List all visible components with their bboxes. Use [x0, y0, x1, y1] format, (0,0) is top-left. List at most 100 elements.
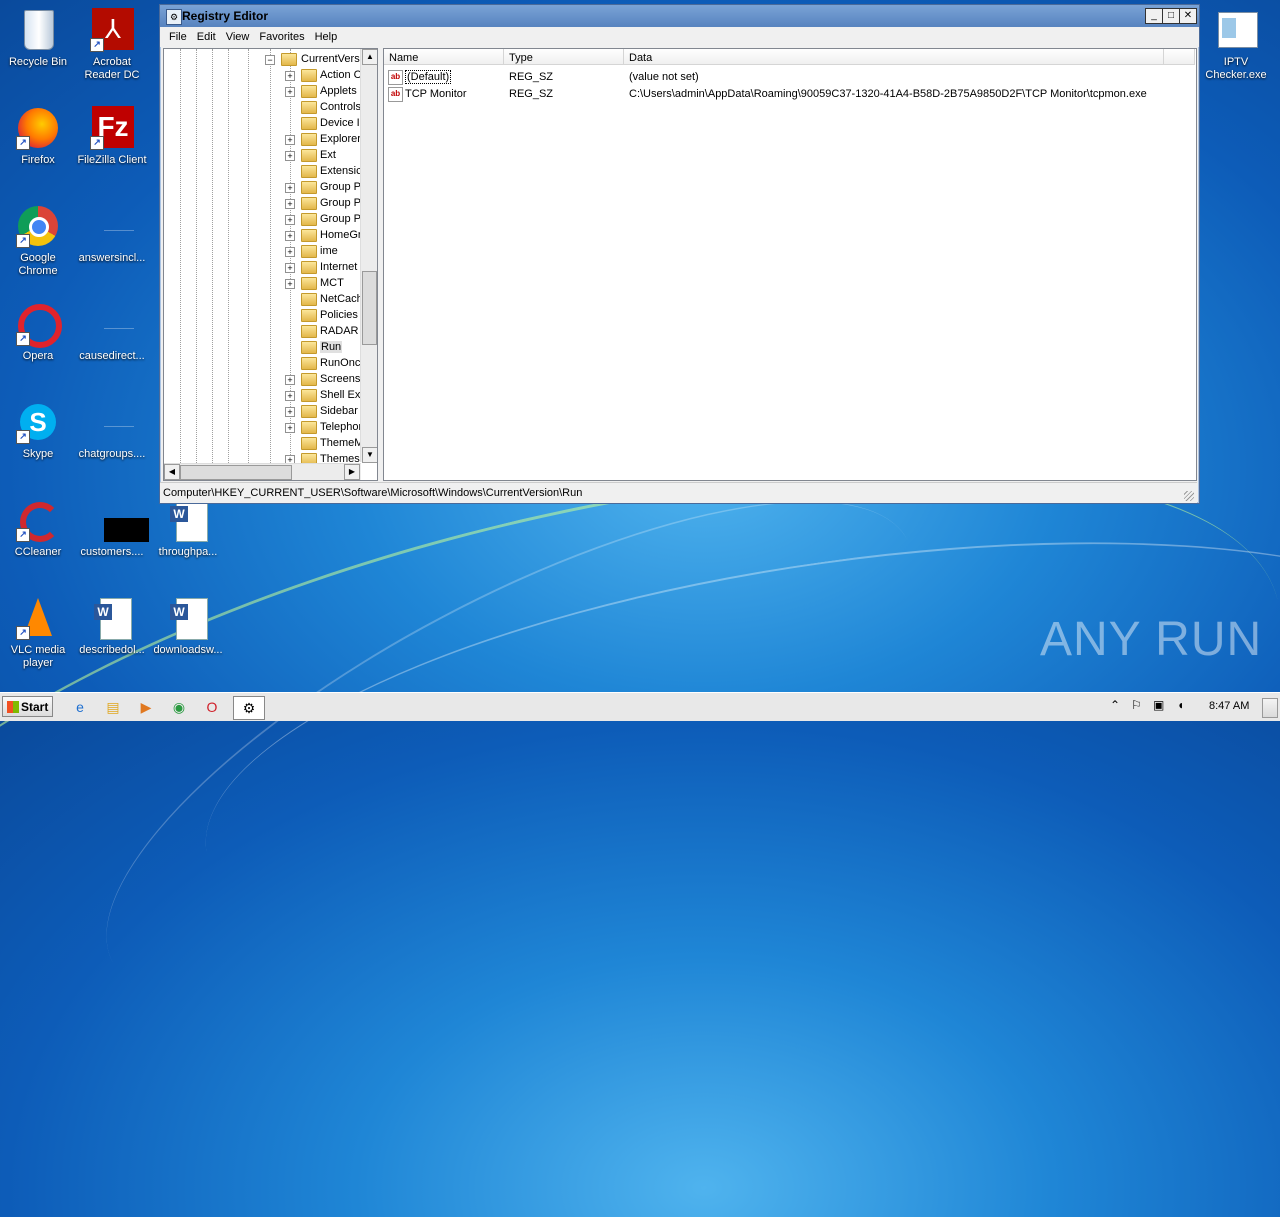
folder-icon — [301, 245, 317, 258]
tree-item[interactable]: NetCach — [164, 291, 363, 307]
registry-editor-window[interactable]: ⚙ Registry Editor _ □ ✕ File Edit View Favo… — [159, 4, 1200, 504]
show-hidden-icons[interactable]: ⌃ — [1110, 698, 1120, 712]
menu-help[interactable]: Help — [310, 27, 343, 43]
scroll-thumb[interactable] — [362, 271, 377, 345]
menu-edit[interactable]: Edit — [192, 27, 221, 43]
tree-item[interactable]: Device I — [164, 115, 361, 131]
close-button[interactable]: ✕ — [1179, 8, 1197, 24]
tree-item[interactable]: + Group Po — [164, 211, 367, 227]
tree-item[interactable]: + Sidebar — [164, 403, 361, 419]
opera-taskbar-icon[interactable]: O — [200, 696, 224, 718]
value-row-tcp-monitor[interactable]: ab TCP Monitor REG_SZ C:\Users\admin\App… — [384, 86, 1184, 102]
tree-item[interactable]: RunOnce — [164, 355, 366, 371]
tree-item[interactable]: + Shell Ext — [164, 387, 363, 403]
tree-item[interactable]: Run — [164, 339, 361, 355]
tree-horizontal-scrollbar[interactable]: ◀ ▶ — [164, 463, 361, 480]
expand-icon[interactable]: + — [285, 263, 295, 273]
tree-item[interactable]: + Ext — [164, 147, 361, 163]
regedit-taskbar-button[interactable]: ⚙ — [233, 696, 265, 720]
tree-item[interactable]: + MCT — [164, 275, 361, 291]
expand-icon[interactable]: + — [285, 71, 295, 81]
expand-icon[interactable]: + — [285, 279, 295, 289]
tree-item[interactable]: + Internet — [164, 259, 361, 275]
desktop-icon-file[interactable]: causedirect... — [74, 302, 150, 363]
scroll-left-icon[interactable]: ◀ — [164, 464, 180, 480]
desktop-icon-recycle-bin[interactable]: Recycle Bin — [0, 8, 76, 69]
network-icon[interactable]: ▣ — [1153, 698, 1164, 712]
ie-icon[interactable]: e — [68, 696, 92, 718]
desktop-icon-ccleaner[interactable]: ↗ CCleaner — [0, 498, 76, 559]
menu-file[interactable]: File — [164, 27, 192, 43]
tree-item[interactable]: + Group Po — [164, 195, 367, 211]
tree-vertical-scrollbar[interactable]: ▲ ▼ — [360, 49, 377, 463]
expand-icon[interactable]: + — [285, 407, 295, 417]
scroll-right-icon[interactable]: ▶ — [344, 464, 360, 480]
resize-grip-icon[interactable] — [1184, 491, 1194, 501]
desktop-icon-file[interactable]: chatgroups.... — [74, 400, 150, 461]
desktop-icon-vlc[interactable]: ↗ VLC media player — [0, 596, 76, 670]
desktop-icon-word-doc[interactable]: W downloadsw... — [150, 596, 226, 657]
tree-item[interactable]: ThemeM — [164, 435, 363, 451]
values-list[interactable]: Name Type Data ab (Default) REG_SZ (valu… — [383, 48, 1197, 481]
desktop-icon-word-doc[interactable]: W describedol... — [74, 596, 150, 657]
media-player-icon[interactable]: ▶ — [134, 696, 158, 718]
clock[interactable]: 8:47 AM — [1209, 700, 1249, 712]
folder-icon — [301, 165, 317, 178]
expand-icon[interactable]: + — [285, 135, 295, 145]
scroll-up-icon[interactable]: ▲ — [362, 49, 377, 65]
desktop-icon-file[interactable]: answersincl... — [74, 204, 150, 265]
expand-icon[interactable]: + — [285, 215, 295, 225]
desktop-icon-iptv-checker[interactable]: IPTV Checker.exe — [1198, 8, 1274, 82]
tree-item[interactable]: + Explorer — [164, 131, 361, 147]
tree-item[interactable]: + HomeGro — [164, 227, 368, 243]
scroll-thumb[interactable] — [180, 465, 292, 480]
column-header-type[interactable]: Type — [504, 49, 624, 65]
collapse-icon[interactable]: − — [265, 55, 275, 65]
tree-item[interactable]: + Action C — [164, 67, 362, 83]
column-header-name[interactable]: Name — [384, 49, 504, 65]
desktop-icon-file[interactable]: customers.... — [74, 498, 150, 559]
expand-icon[interactable]: + — [285, 391, 295, 401]
tree-item[interactable]: RADAR — [164, 323, 361, 339]
minimize-button[interactable]: _ — [1145, 8, 1163, 24]
tree-item[interactable]: + Telephor — [164, 419, 362, 435]
tree-item[interactable]: + Applets — [164, 83, 361, 99]
menu-favorites[interactable]: Favorites — [254, 27, 309, 43]
action-center-flag-icon[interactable]: ⚐ — [1131, 698, 1142, 712]
tree-item[interactable]: + Screens — [164, 371, 361, 387]
show-desktop-button[interactable] — [1262, 698, 1278, 718]
column-header-data[interactable]: Data — [624, 49, 1164, 65]
title-bar[interactable]: ⚙ Registry Editor _ □ ✕ — [160, 5, 1199, 27]
tree-item[interactable]: Controls — [164, 99, 361, 115]
explorer-icon[interactable]: ▤ — [101, 696, 125, 718]
expand-icon[interactable]: + — [285, 199, 295, 209]
tree-item[interactable]: Policies — [164, 307, 361, 323]
tree-item-root[interactable]: − CurrentVers — [164, 51, 361, 67]
desktop-icon-filezilla[interactable]: Fz ↗ FileZilla Client — [74, 106, 150, 167]
desktop-icon-chrome[interactable]: ↗ Google Chrome — [0, 204, 76, 278]
value-row-default[interactable]: ab (Default) REG_SZ (value not set) — [384, 69, 1184, 85]
desktop-icon-opera[interactable]: ↗ Opera — [0, 302, 76, 363]
scroll-down-icon[interactable]: ▼ — [362, 447, 377, 463]
tree-item[interactable]: Extensic — [164, 163, 362, 179]
menu-view[interactable]: View — [221, 27, 255, 43]
expand-icon[interactable]: + — [285, 247, 295, 257]
desktop-icon-firefox[interactable]: ↗ Firefox — [0, 106, 76, 167]
expand-icon[interactable]: + — [285, 423, 295, 433]
expand-icon[interactable]: + — [285, 375, 295, 385]
maximize-button[interactable]: □ — [1162, 8, 1180, 24]
chrome-taskbar-icon[interactable]: ◉ — [167, 696, 191, 718]
expand-icon[interactable]: + — [285, 231, 295, 241]
registry-tree[interactable]: − CurrentVers + Action C + Applets Controls Dev… — [163, 48, 378, 481]
expand-icon[interactable]: + — [285, 87, 295, 97]
expand-icon[interactable]: + — [285, 183, 295, 193]
desktop-icon-acrobat[interactable]: ⅄ ↗ Acrobat Reader DC — [74, 8, 150, 82]
volume-icon[interactable]: ◖ — [1177, 698, 1184, 712]
blank-file-icon — [90, 400, 134, 444]
desktop-icon-skype[interactable]: S ↗ Skype — [0, 400, 76, 461]
expand-icon[interactable]: + — [285, 151, 295, 161]
tree-item[interactable]: + ime — [164, 243, 361, 259]
start-button[interactable]: Start — [2, 696, 53, 717]
desktop-icon-word-doc[interactable]: W throughpa... — [150, 498, 226, 559]
tree-item[interactable]: + Group Po — [164, 179, 367, 195]
